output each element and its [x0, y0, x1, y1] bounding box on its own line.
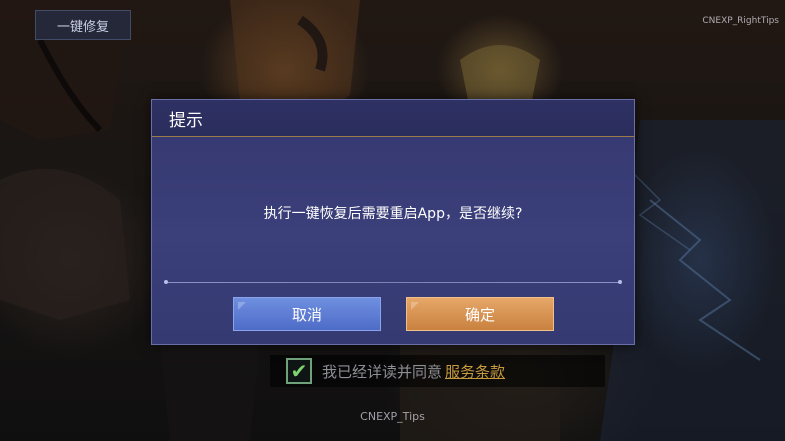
dialog-divider — [164, 280, 622, 284]
cancel-button-label: 取消 — [291, 305, 322, 324]
one-click-restore-button[interactable]: 一键修复 — [35, 10, 131, 40]
terms-of-service-link[interactable]: 服务条款 — [445, 361, 505, 382]
one-click-restore-label: 一键修复 — [56, 19, 109, 35]
confirm-button-label: 确定 — [464, 305, 495, 324]
dialog-title: 提示 — [169, 110, 203, 131]
agreement-checkbox[interactable]: ✔ — [286, 358, 312, 384]
right-tips-text: CNEXP_RightTips — [702, 16, 779, 26]
agreement-bar: ✔ 我已经详读并同意 服务条款 — [270, 355, 605, 387]
check-mark-icon: ✔ — [290, 359, 308, 383]
bottom-tips-text: CNEXP_Tips — [360, 410, 425, 423]
game-launcher-screen: 一键修复 CNEXP_RightTips ✔ 我已经详读并同意 服务条款 CNE… — [0, 0, 785, 441]
confirm-dialog: 提示 执行一键恢复后需要重启App，是否继续? 取消 确定 — [151, 99, 635, 345]
confirm-button[interactable]: 确定 — [406, 297, 554, 331]
agreement-text: 我已经详读并同意 — [322, 362, 443, 381]
dialog-message: 执行一键恢复后需要重启App，是否继续? — [263, 206, 523, 222]
cancel-button[interactable]: 取消 — [233, 297, 381, 331]
dialog-header: 提示 — [152, 100, 634, 137]
